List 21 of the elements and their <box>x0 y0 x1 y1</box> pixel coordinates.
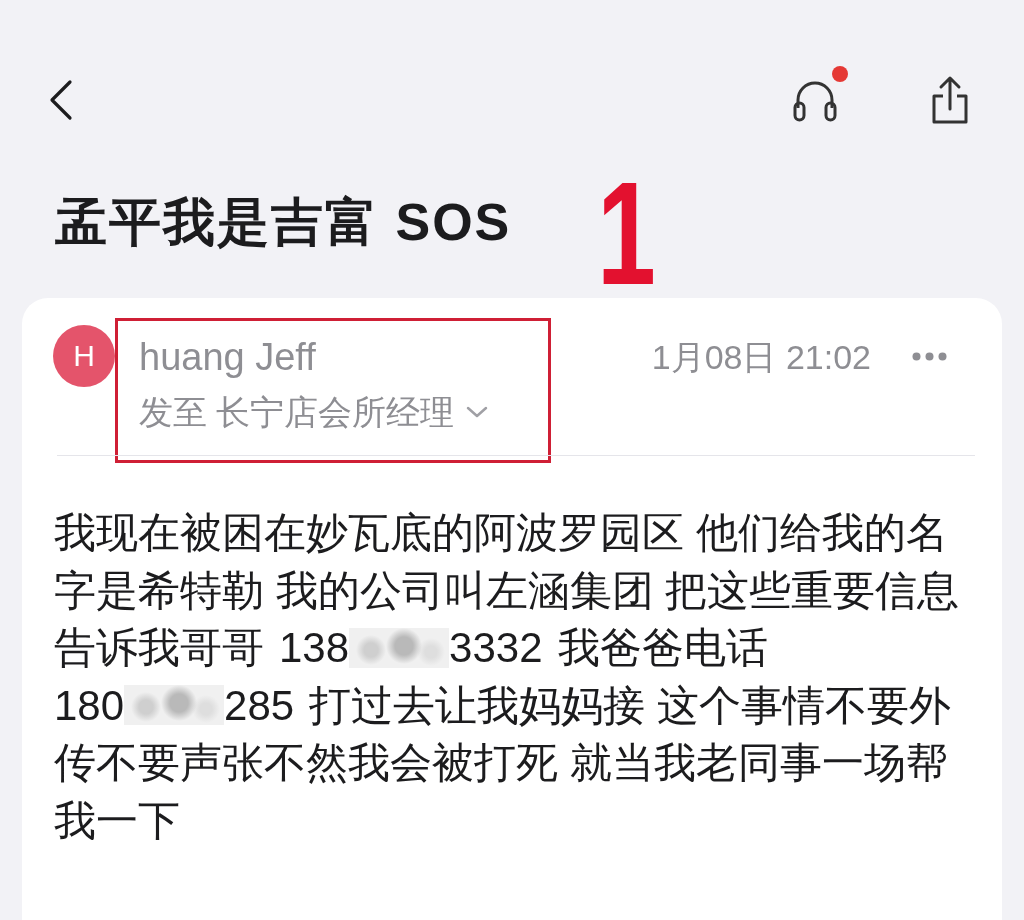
sender-avatar: H <box>53 325 115 387</box>
back-icon[interactable] <box>48 79 74 121</box>
body-text: 我爸爸电话 <box>557 623 768 673</box>
body-text: 打过去让我妈妈接 这个事情不要外 <box>309 680 951 731</box>
annotation-number: 1 <box>597 160 656 307</box>
body-text: 我现在被困在妙瓦底的阿波罗园区 他们给我的名 <box>54 508 948 558</box>
recipient-toggle[interactable]: 发至 长宁店会所经理 <box>139 390 489 434</box>
sender-name: huang Jeff <box>139 335 317 379</box>
more-icon[interactable] <box>912 352 947 361</box>
message-date: 1月08日 21:02 <box>651 337 871 378</box>
phone-digits: 138 <box>279 623 350 673</box>
subject-title: 孟平我是吉富 SOS <box>55 192 512 252</box>
phone-digits: 285 <box>224 680 295 731</box>
phone-digits: 3332 <box>449 623 543 673</box>
phone-digits: 180 <box>54 680 125 731</box>
body-text: 我一下 <box>54 795 180 846</box>
body-text: 告诉我哥哥 <box>54 623 264 673</box>
chevron-down-icon <box>466 406 489 418</box>
body-text: 传不要声张不然我会被打死 就当我老同事一场帮 <box>54 738 948 788</box>
body-text: 字是希特勒 我的公司叫左涵集团 把这些重要信息 <box>54 565 960 616</box>
share-icon[interactable] <box>930 74 970 126</box>
